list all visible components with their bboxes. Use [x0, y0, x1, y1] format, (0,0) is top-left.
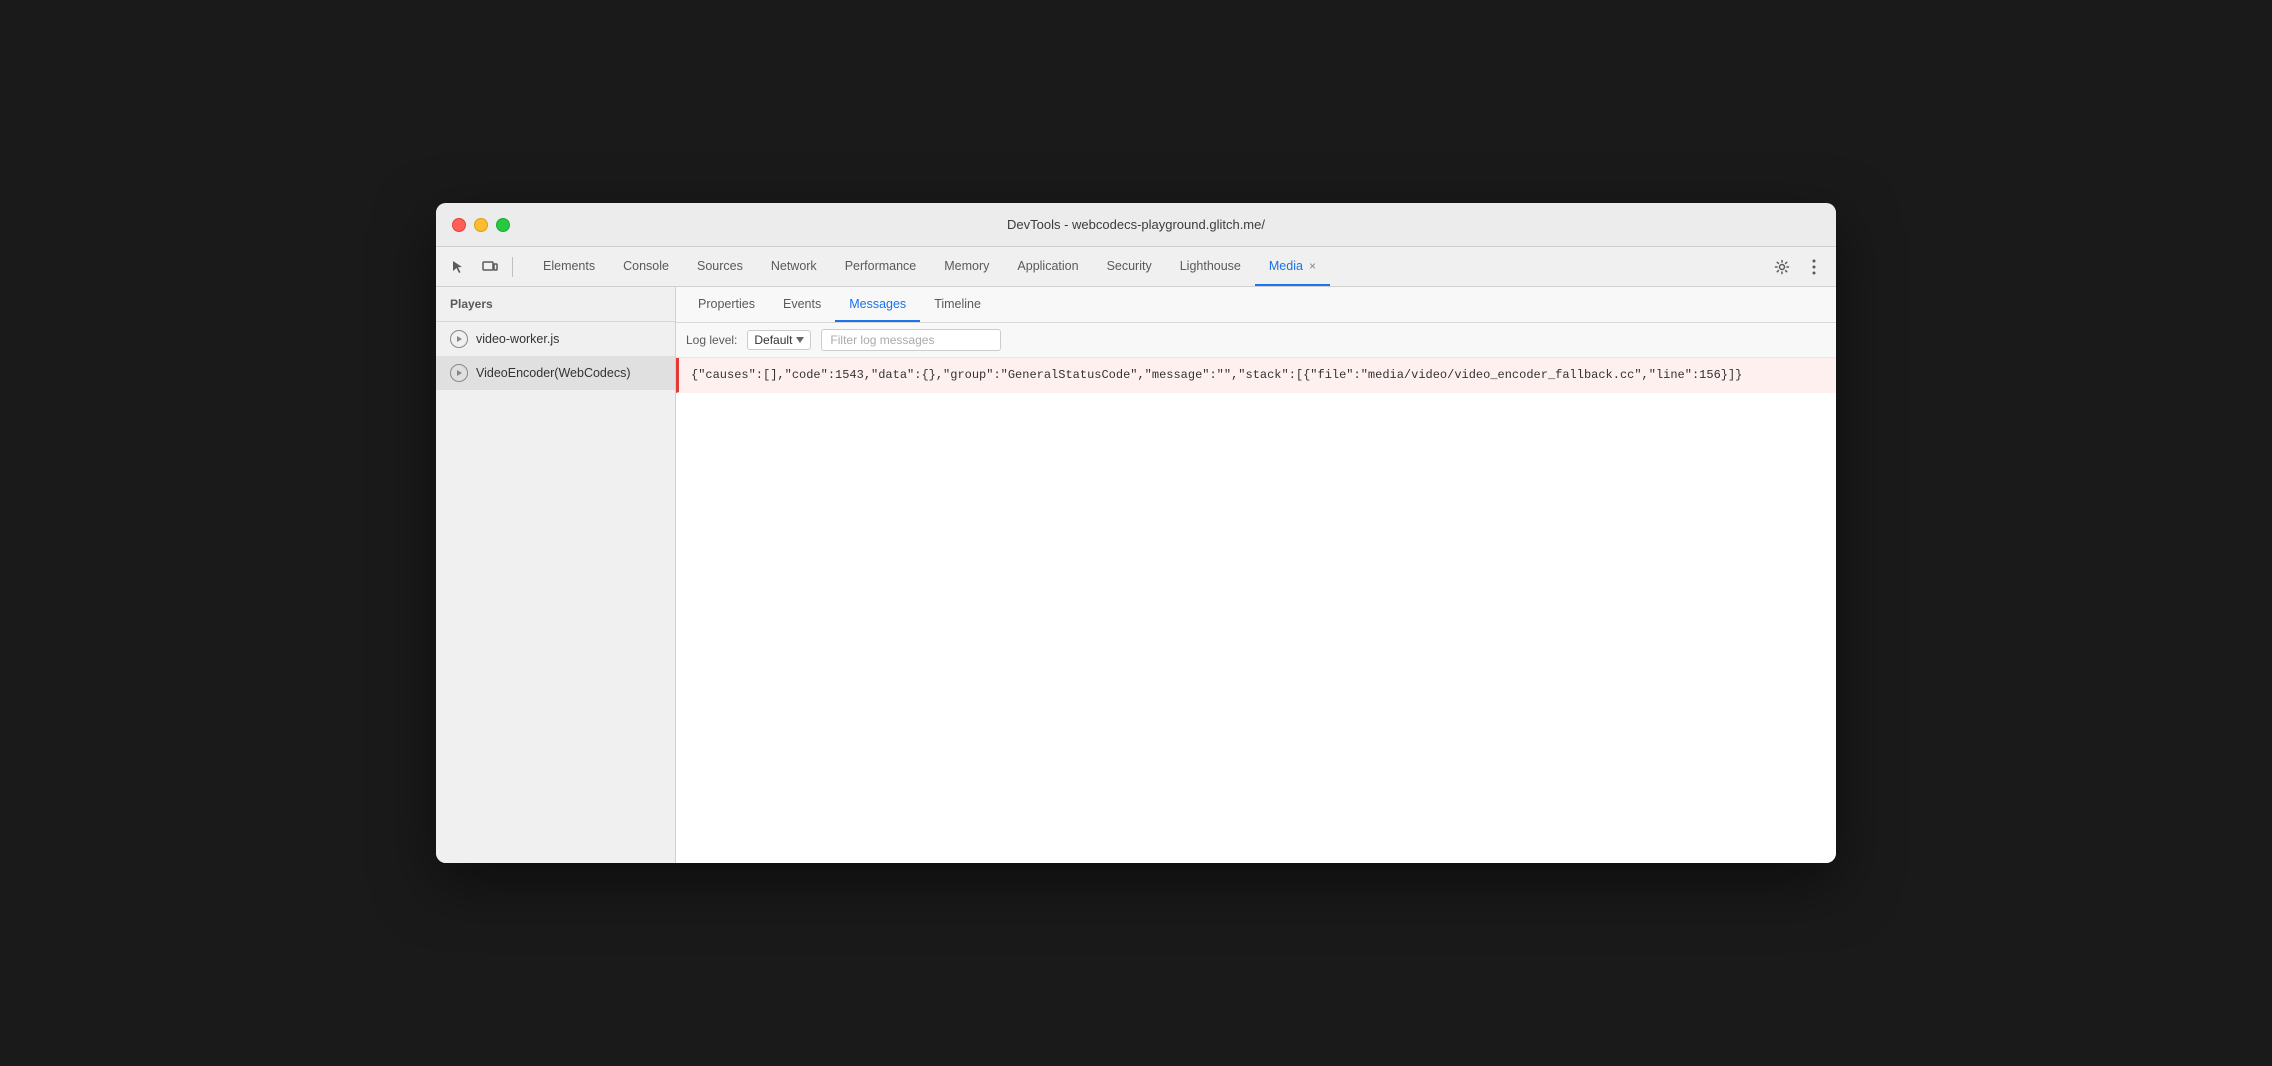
tab-security[interactable]: Security: [1093, 247, 1166, 286]
messages-area: {"causes":[],"code":1543,"data":{},"grou…: [676, 358, 1836, 863]
tab-sources[interactable]: Sources: [683, 247, 757, 286]
tab-media-close[interactable]: ×: [1309, 259, 1316, 273]
tab-network[interactable]: Network: [757, 247, 831, 286]
tab-media[interactable]: Media ×: [1255, 247, 1330, 286]
maximize-button[interactable]: [496, 218, 510, 232]
cursor-icon[interactable]: [444, 253, 472, 281]
sidebar-header: Players: [436, 287, 675, 322]
play-icon-video-encoder: [450, 364, 468, 382]
subtab-properties[interactable]: Properties: [684, 287, 769, 322]
nav-tabs: Elements Console Sources Network Perform…: [529, 247, 1768, 286]
subtab-events[interactable]: Events: [769, 287, 835, 322]
filter-input[interactable]: [821, 329, 1001, 351]
tab-memory[interactable]: Memory: [930, 247, 1003, 286]
tab-elements[interactable]: Elements: [529, 247, 609, 286]
devtools-toolbar: Elements Console Sources Network Perform…: [436, 247, 1836, 287]
tab-application[interactable]: Application: [1003, 247, 1092, 286]
message-text: {"causes":[],"code":1543,"data":{},"grou…: [691, 368, 1742, 382]
message-row: {"causes":[],"code":1543,"data":{},"grou…: [676, 358, 1836, 393]
subtab-timeline[interactable]: Timeline: [920, 287, 995, 322]
window-title: DevTools - webcodecs-playground.glitch.m…: [1007, 217, 1265, 232]
devtools-body: Players video-worker.js VideoEncoder(Web…: [436, 287, 1836, 863]
log-controls: Log level: Default: [676, 323, 1836, 358]
log-level-label: Log level:: [686, 333, 737, 347]
devtools-window: DevTools - webcodecs-playground.glitch.m…: [436, 203, 1836, 863]
play-icon-video-worker: [450, 330, 468, 348]
minimize-button[interactable]: [474, 218, 488, 232]
tab-console[interactable]: Console: [609, 247, 683, 286]
toolbar-icons: [444, 253, 517, 281]
device-toggle-icon[interactable]: [476, 253, 504, 281]
title-bar: DevTools - webcodecs-playground.glitch.m…: [436, 203, 1836, 247]
log-level-select[interactable]: Default: [747, 330, 811, 350]
toolbar-right: [1768, 253, 1828, 281]
sidebar-item-video-worker[interactable]: video-worker.js: [436, 322, 675, 356]
sub-tabs-bar: Properties Events Messages Timeline: [676, 287, 1836, 323]
tab-performance[interactable]: Performance: [831, 247, 931, 286]
traffic-lights: [452, 218, 510, 232]
sidebar-item-video-encoder[interactable]: VideoEncoder(WebCodecs): [436, 356, 675, 390]
toolbar-divider: [512, 257, 513, 277]
more-options-icon[interactable]: [1800, 253, 1828, 281]
main-content: Properties Events Messages Timeline Log …: [676, 287, 1836, 863]
close-button[interactable]: [452, 218, 466, 232]
sidebar: Players video-worker.js VideoEncoder(Web…: [436, 287, 676, 863]
settings-icon[interactable]: [1768, 253, 1796, 281]
subtab-messages[interactable]: Messages: [835, 287, 920, 322]
tab-lighthouse[interactable]: Lighthouse: [1166, 247, 1255, 286]
